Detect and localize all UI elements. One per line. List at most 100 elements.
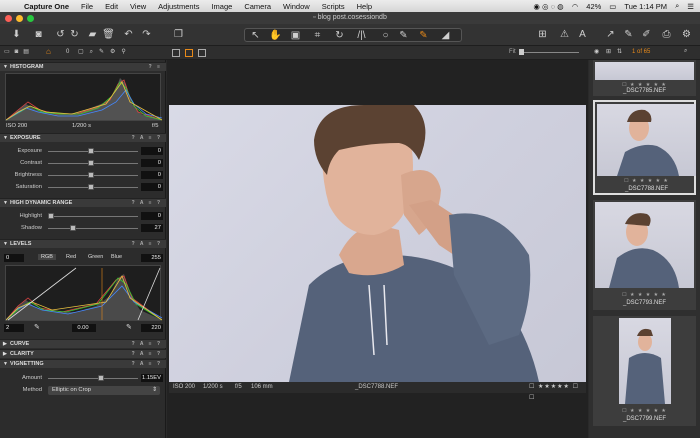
menu-window[interactable]: Window bbox=[277, 2, 316, 11]
shadow-value[interactable]: 27 bbox=[141, 224, 163, 232]
menu-help[interactable]: Help bbox=[351, 2, 378, 11]
undo-icon[interactable]: ↺ bbox=[54, 28, 67, 41]
thumbnail-stars[interactable]: ☐ ★ ★ ★ ★ ★ bbox=[593, 408, 696, 414]
contrast-slider[interactable] bbox=[48, 160, 138, 166]
eraser-icon[interactable]: ◢ bbox=[439, 29, 452, 42]
menu-file[interactable]: File bbox=[75, 2, 99, 11]
exposure-value[interactable]: 0 bbox=[141, 147, 163, 155]
rating-stars[interactable]: ☐ ★★★★★ ☐ ☐ bbox=[529, 382, 586, 404]
crop-icon[interactable]: ⌗ bbox=[311, 29, 324, 42]
highlight-slider[interactable] bbox=[48, 213, 138, 219]
section-icons[interactable]: ? A ≡ ? bbox=[132, 199, 162, 208]
share-icon[interactable]: ↗ bbox=[604, 28, 617, 41]
status-icons[interactable]: ◉ ◎ ◌ ◍ bbox=[533, 2, 563, 11]
view-single-icon[interactable] bbox=[172, 49, 180, 57]
battery-level[interactable]: 42% bbox=[586, 2, 601, 11]
section-icons[interactable]: ? A ≡ ? bbox=[132, 340, 162, 349]
thumbnail-4[interactable]: ☐ ★ ★ ★ ★ ★ _DSC7799.NEF bbox=[593, 316, 696, 426]
menu-view[interactable]: View bbox=[124, 2, 152, 11]
folder-icon[interactable]: ▰ bbox=[86, 28, 99, 41]
picker-icon[interactable]: ✎ bbox=[397, 29, 410, 42]
close-window-button[interactable] bbox=[5, 15, 12, 22]
sort-icon[interactable]: ⇅ bbox=[617, 48, 622, 55]
edit-icon[interactable]: ✐ bbox=[640, 28, 653, 41]
import-icon[interactable]: ⬇ bbox=[10, 28, 23, 41]
exposure-header[interactable]: ▼ EXPOSURE ? A ≡ ? bbox=[0, 133, 166, 142]
main-photo[interactable] bbox=[169, 105, 586, 382]
copy-icon[interactable]: ❐ bbox=[172, 28, 185, 41]
thumbnail-2-selected[interactable]: ☐ ★ ★ ★ ★ ★ _DSC7788.NEF bbox=[593, 100, 696, 195]
section-icons[interactable]: ? A ≡ ? bbox=[132, 240, 162, 249]
levels-chart[interactable] bbox=[5, 265, 163, 321]
clock[interactable]: Tue 1:14 PM bbox=[624, 2, 667, 11]
highlight-value[interactable]: 0 bbox=[141, 212, 163, 220]
brightness-value[interactable]: 0 bbox=[141, 171, 163, 179]
menu-scripts[interactable]: Scripts bbox=[316, 2, 351, 11]
menu-camera[interactable]: Camera bbox=[238, 2, 277, 11]
shadow-slider[interactable] bbox=[48, 225, 138, 231]
section-icons[interactable]: ? A ≡ ? bbox=[132, 350, 162, 359]
tool-tabs[interactable]: ▭◙▤ bbox=[4, 48, 34, 55]
redo-icon[interactable]: ↻ bbox=[68, 28, 81, 41]
menu-adjustments[interactable]: Adjustments bbox=[152, 2, 205, 11]
adjust-tab-icon[interactable]: ⌂ bbox=[46, 47, 51, 56]
eyedropper-black-icon[interactable]: ✎ bbox=[34, 323, 40, 331]
warning-icon[interactable]: ⚠ bbox=[558, 28, 571, 41]
battery-icon[interactable]: ▭ bbox=[609, 2, 616, 11]
contrast-value[interactable]: 0 bbox=[141, 159, 163, 167]
menu-image[interactable]: Image bbox=[205, 2, 238, 11]
panel-tab-icons[interactable]: ▢⌕✎⚙⚲ bbox=[78, 48, 132, 56]
pan-icon[interactable]: ✋ bbox=[269, 29, 282, 42]
view-multi-icon[interactable] bbox=[198, 49, 206, 57]
print-icon[interactable]: ⎙ bbox=[660, 28, 673, 41]
cursor-icon[interactable]: ↖ bbox=[249, 29, 262, 42]
saturation-value[interactable]: 0 bbox=[141, 183, 163, 191]
levels-output-high[interactable]: 220 bbox=[141, 324, 163, 332]
view-loupe-icon[interactable] bbox=[185, 49, 193, 57]
levels-midpoint[interactable]: 0.00 bbox=[72, 324, 96, 332]
levels-input-low[interactable]: 0 bbox=[4, 254, 24, 262]
curve-header[interactable]: ▶ CURVE ? A ≡ ? bbox=[0, 339, 166, 348]
spot-icon[interactable]: ○ bbox=[379, 29, 392, 42]
thumbnail-stars[interactable]: ☐ ★ ★ ★ ★ ★ bbox=[595, 178, 698, 184]
grid-view-icon[interactable]: ⊞ bbox=[606, 48, 611, 55]
levels-channel-green[interactable]: Green bbox=[88, 254, 103, 260]
section-icons[interactable]: ? A ≡ ? bbox=[132, 360, 162, 369]
thumbnail-stars[interactable]: ☐ ★ ★ ★ ★ ★ bbox=[593, 292, 696, 298]
minimize-window-button[interactable] bbox=[16, 15, 23, 22]
pencil-icon[interactable]: ✎ bbox=[622, 28, 635, 41]
levels-channel-rgb[interactable]: RGB bbox=[38, 254, 56, 260]
text-icon[interactable]: A bbox=[576, 28, 589, 41]
thumbnail-3[interactable]: ☐ ★ ★ ★ ★ ★ _DSC7793.NEF bbox=[593, 200, 696, 310]
eye-icon[interactable]: ◉ bbox=[594, 48, 599, 55]
levels-header[interactable]: ▼ LEVELS ? A ≡ ? bbox=[0, 239, 166, 248]
levels-input-high[interactable]: 255 bbox=[141, 254, 163, 262]
loupe-icon[interactable]: ▣ bbox=[289, 29, 302, 42]
grid-icon[interactable]: ⊞ bbox=[536, 28, 549, 41]
amount-slider[interactable] bbox=[48, 375, 138, 381]
camera-icon[interactable]: ◙ bbox=[32, 28, 45, 41]
exposure-slider[interactable] bbox=[48, 148, 138, 154]
zoom-slider[interactable] bbox=[519, 49, 579, 55]
search-icon[interactable]: ⌕ bbox=[675, 1, 679, 11]
forward-icon[interactable]: ↷ bbox=[140, 28, 153, 41]
menu-edit[interactable]: Edit bbox=[99, 2, 124, 11]
trash-icon[interactable]: 🗑 bbox=[102, 28, 115, 41]
rotate-icon[interactable]: ↻ bbox=[333, 29, 346, 42]
levels-output-low[interactable]: 2 bbox=[4, 324, 24, 332]
section-icons[interactable]: ? A ≡ ? bbox=[132, 134, 162, 143]
zoom-window-button[interactable] bbox=[27, 15, 34, 22]
amount-value[interactable]: 1.15EV bbox=[141, 374, 163, 382]
levels-channel-blue[interactable]: Blue bbox=[111, 254, 122, 260]
settings-icon[interactable]: ⚙ bbox=[680, 28, 693, 41]
hdr-header[interactable]: ▼ HIGH DYNAMIC RANGE ? A ≡ ? bbox=[0, 198, 166, 207]
menu-app-name[interactable]: Capture One bbox=[18, 2, 75, 11]
brush-icon[interactable]: ✎ bbox=[417, 29, 430, 42]
section-icons[interactable]: ? ≡ bbox=[149, 63, 162, 72]
thumbnail-1[interactable]: ☐ ★ ★ ★ ★ ★ _DSC7785.NEF bbox=[593, 60, 696, 96]
keystone-icon[interactable]: /|\ bbox=[355, 29, 368, 42]
wifi-icon[interactable]: ◠ bbox=[572, 2, 579, 11]
menu-list-icon[interactable]: ☰ bbox=[687, 2, 694, 11]
filter-search-icon[interactable]: ⌕ bbox=[684, 48, 687, 55]
histogram-header[interactable]: ▼ HISTOGRAM ? ≡ bbox=[0, 62, 166, 71]
